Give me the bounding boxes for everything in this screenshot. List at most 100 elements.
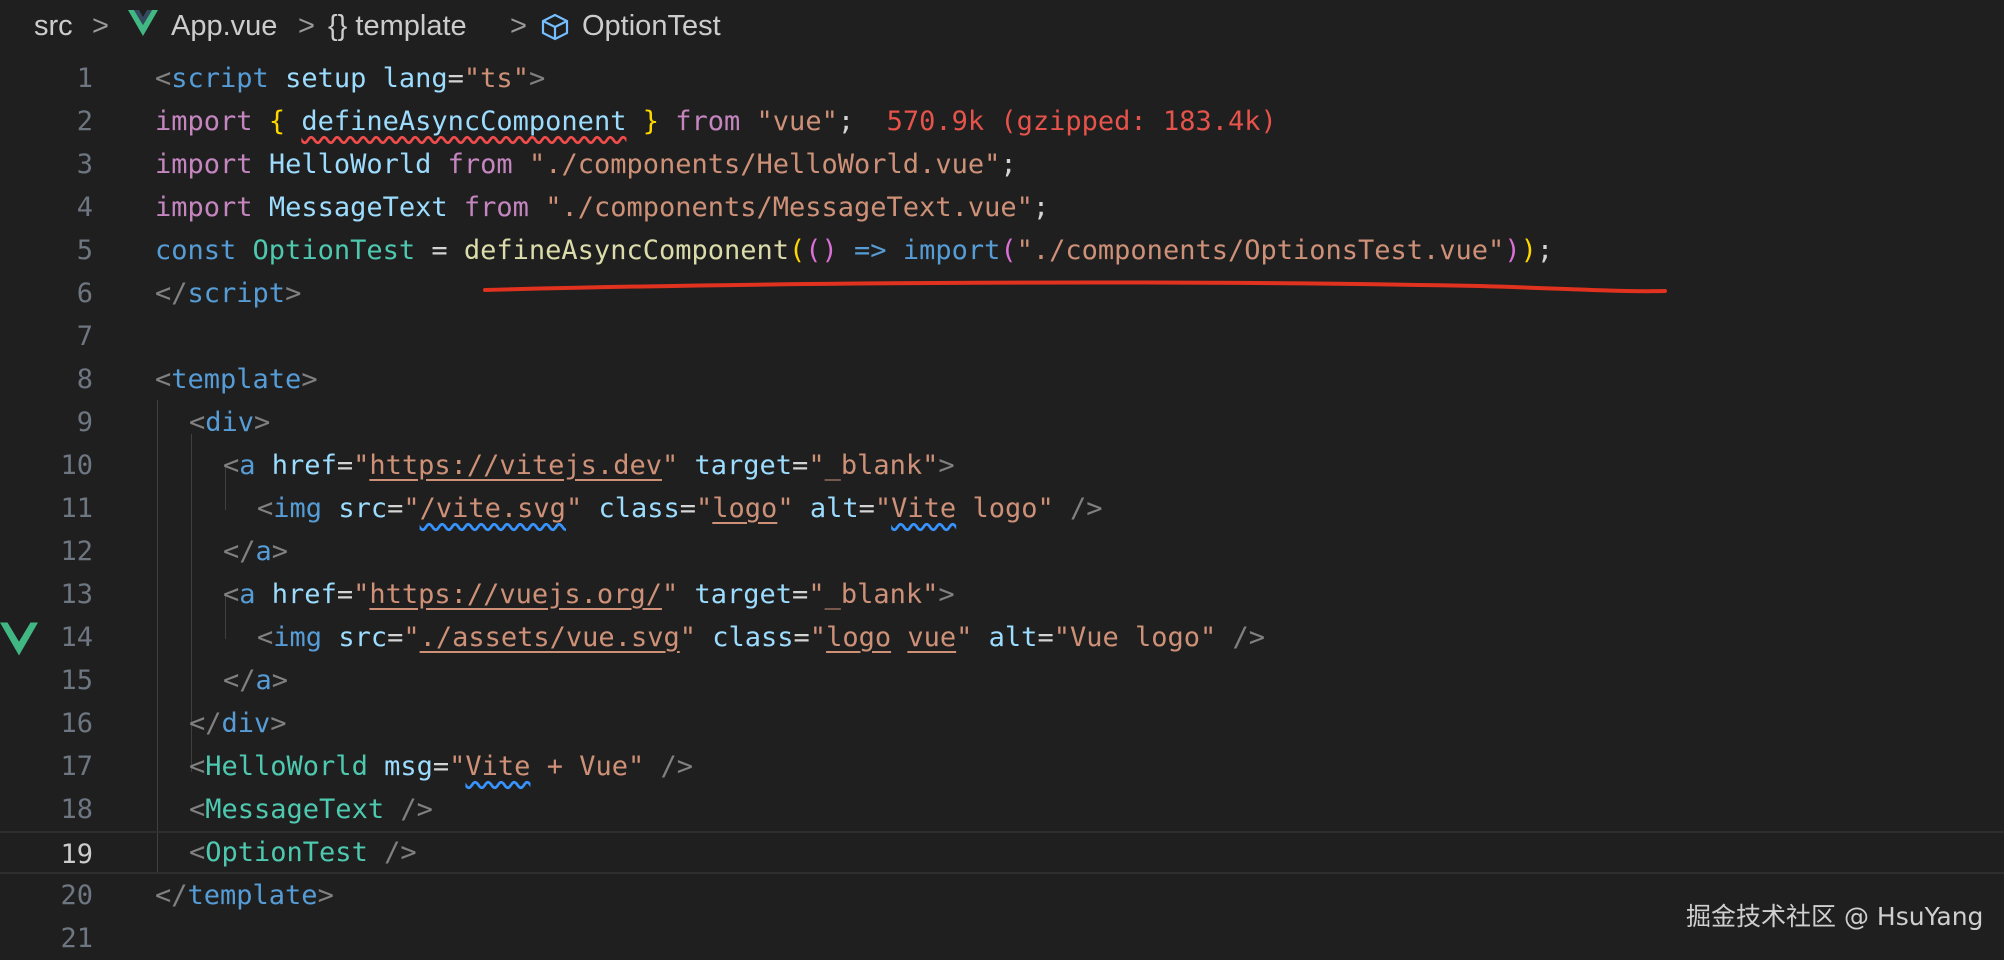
token: = xyxy=(447,63,464,94)
code-line[interactable]: 16 </div> xyxy=(0,702,2004,745)
token: > xyxy=(254,407,271,438)
line-number: 13 xyxy=(60,579,93,610)
token: = xyxy=(336,579,354,610)
breadcrumb-item-file[interactable]: App.vue xyxy=(171,10,277,43)
code-line[interactable]: 14 <img src="./assets/vue.svg" class="lo… xyxy=(0,616,2004,659)
token: { xyxy=(268,106,286,137)
token: " xyxy=(661,579,679,610)
token: import xyxy=(155,192,253,223)
token: " xyxy=(696,493,713,524)
code-line[interactable]: 15 </a> xyxy=(0,659,2004,702)
token: < xyxy=(189,837,206,868)
breadcrumb-item-src[interactable]: src xyxy=(34,10,73,43)
token: > xyxy=(285,278,302,309)
token: a xyxy=(239,450,256,481)
import-cost-badge: 570.9k (gzipped: 183.4k) xyxy=(854,106,1277,137)
link[interactable]: https://vitejs.dev xyxy=(369,450,662,481)
token: = xyxy=(792,579,809,610)
link[interactable]: /vite.svg xyxy=(420,493,566,524)
token: = xyxy=(792,450,809,481)
code-editor[interactable]: 1 <script setup lang="ts"> 2 import { de… xyxy=(0,56,2004,954)
line-number: 20 xyxy=(60,880,93,911)
token: from xyxy=(447,149,513,180)
token: logo xyxy=(826,622,892,653)
code-line[interactable]: 12 </a> xyxy=(0,530,2004,573)
token: /> xyxy=(644,751,694,782)
token: script xyxy=(171,63,269,94)
token: class xyxy=(712,622,794,653)
code-line[interactable]: 10 <a href="https://vitejs.dev" target="… xyxy=(0,444,2004,487)
token: template xyxy=(187,880,318,911)
token: class xyxy=(598,493,680,524)
token: from xyxy=(675,106,741,137)
line-number: 19 xyxy=(60,839,93,870)
token: defineAsyncComponent xyxy=(463,235,789,266)
token: from xyxy=(463,192,529,223)
line-number: 10 xyxy=(60,450,93,481)
code-line[interactable]: 13 <a href="https://vuejs.org/" target="… xyxy=(0,573,2004,616)
token: = xyxy=(336,450,354,481)
line-number: 3 xyxy=(76,149,93,180)
code-line[interactable]: 17 <HelloWorld msg="Vite + Vue" /> xyxy=(0,745,2004,788)
token: Vite xyxy=(465,751,531,782)
token: setup xyxy=(285,63,367,94)
token: " xyxy=(661,450,679,481)
token: src xyxy=(338,622,388,653)
breadcrumb-item-template[interactable]: {} template xyxy=(328,10,467,43)
code-line[interactable]: 3 import HelloWorld from "./components/H… xyxy=(0,143,2004,186)
token: "_blank" xyxy=(808,579,939,610)
code-line[interactable]: 11 <img src="/vite.svg" class="logo" alt… xyxy=(0,487,2004,530)
chevron-right-icon: > xyxy=(510,10,527,42)
code-line[interactable]: 8 <template> xyxy=(0,358,2004,401)
link[interactable]: https://vuejs.org/ xyxy=(369,579,662,610)
token: img xyxy=(273,493,323,524)
token: /> xyxy=(1053,493,1103,524)
line-number: 4 xyxy=(76,192,93,223)
line-number: 17 xyxy=(60,751,93,782)
token: ) xyxy=(1504,235,1521,266)
code-line[interactable]: 18 <MessageText /> xyxy=(0,788,2004,831)
code-line[interactable]: 2 import { defineAsyncComponent } from "… xyxy=(0,100,2004,143)
token: </ xyxy=(223,536,256,567)
code-line[interactable]: 4 import MessageText from "./components/… xyxy=(0,186,2004,229)
line-number: 15 xyxy=(60,665,93,696)
token: > xyxy=(528,63,546,94)
token: = xyxy=(387,493,404,524)
breadcrumb-item-symbol[interactable]: OptionTest xyxy=(582,10,721,43)
token: div xyxy=(221,708,271,739)
vue-logo-icon xyxy=(128,10,158,44)
code-line[interactable]: 1 <script setup lang="ts"> xyxy=(0,57,2004,100)
code-line[interactable]: 5 const OptionTest = defineAsyncComponen… xyxy=(0,229,2004,272)
token: < xyxy=(155,63,172,94)
code-line[interactable]: 7 xyxy=(0,315,2004,358)
code-line-current[interactable]: 19 <OptionTest /> xyxy=(0,831,2004,874)
token: "./components/OptionsTest.vue" xyxy=(1016,235,1505,266)
token: > xyxy=(271,665,289,696)
link[interactable]: ./assets/vue.svg xyxy=(420,622,680,653)
code-line[interactable]: 9 <div> xyxy=(0,401,2004,444)
token: = xyxy=(1037,622,1054,653)
line-number: 8 xyxy=(76,364,93,395)
line-number: 7 xyxy=(76,321,93,352)
token: = xyxy=(793,622,810,653)
token: </ xyxy=(155,278,188,309)
code-line[interactable]: 6 </script> xyxy=(0,272,2004,315)
token: import xyxy=(902,235,1001,266)
line-number: 2 xyxy=(76,106,93,137)
token: " xyxy=(874,493,892,524)
token: > xyxy=(317,880,334,911)
token: } xyxy=(642,106,659,137)
token: < xyxy=(189,794,206,825)
